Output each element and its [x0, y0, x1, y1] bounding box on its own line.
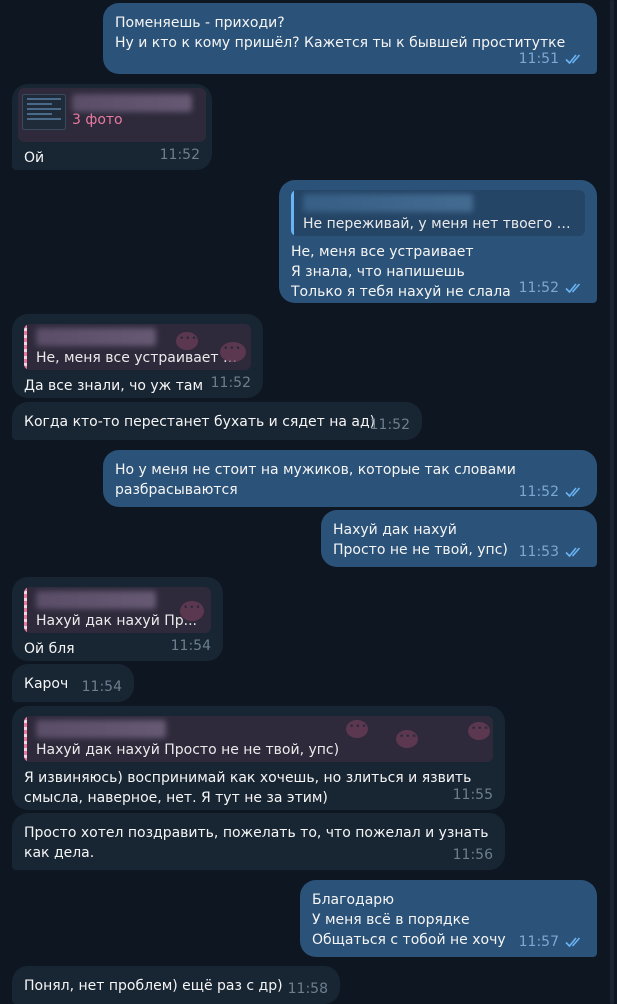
reply-preview[interactable]: 3 фото	[18, 88, 206, 142]
message-meta: 11:51	[519, 50, 585, 68]
chat-history: Поменяешь - приходи? Ну и кто к кому при…	[0, 0, 617, 1004]
message-meta: 11:58	[288, 980, 328, 998]
message-time: 11:52	[518, 280, 559, 296]
message-time: 11:54	[170, 638, 211, 654]
reply-preview[interactable]: Нахуй дак нахуй Пр...	[24, 587, 211, 633]
message-time: 11:53	[518, 544, 559, 560]
reply-sender-name	[36, 591, 156, 609]
reply-photo-label: 3 фото	[72, 112, 123, 128]
double-check-icon	[565, 546, 585, 558]
message-text: как дела.	[24, 845, 95, 861]
message-text: Просто хотел поздравить, пожелать то, чт…	[24, 825, 489, 841]
reply-sender-name	[36, 720, 166, 738]
photo-thumbnail	[22, 94, 66, 130]
message-meta: 11:52	[160, 146, 200, 164]
message-outgoing[interactable]: Благодарю У меня всё в порядке Общаться …	[300, 880, 597, 957]
message-outgoing[interactable]: Нахуй дак нахуй Просто не не твой, упс) …	[321, 510, 597, 567]
chat-bubble-pattern-icon	[176, 329, 198, 350]
message-text: Ну и кто к кому пришёл? Кажется ты к быв…	[115, 35, 566, 51]
message-text: разбрасываются	[115, 482, 238, 498]
message-time: 11:56	[452, 847, 493, 863]
message-time: 11:55	[452, 787, 493, 803]
double-check-icon	[565, 936, 585, 948]
message-incoming[interactable]: 3 фото Ой 11:52	[12, 84, 212, 170]
message-text: Благодарю	[312, 892, 394, 908]
message-meta: 11:55	[453, 786, 493, 804]
message-time: 11:51	[518, 51, 559, 67]
message-incoming[interactable]: Кароч 11:54	[12, 664, 134, 702]
reply-text: Не переживай, у меня нет твоего н...	[303, 216, 577, 232]
message-outgoing[interactable]: Не переживай, у меня нет твоего н... Не,…	[279, 180, 597, 303]
reply-text: Не, меня все устраивает Я...	[36, 350, 243, 366]
message-time: 11:57	[518, 934, 559, 950]
message-text: Когда кто-то перестанет бухать и сядет н…	[24, 414, 376, 430]
chat-bubble-pattern-icon	[220, 339, 246, 362]
message-meta: 11:52	[370, 416, 410, 434]
reply-bar	[291, 190, 294, 236]
message-incoming[interactable]: Нахуй дак нахуй Просто не не твой, упс) …	[12, 706, 505, 810]
message-incoming[interactable]: Когда кто-то перестанет бухать и сядет н…	[12, 402, 422, 440]
reply-preview[interactable]: Нахуй дак нахуй Просто не не твой, упс)	[24, 716, 493, 762]
chat-bubble-pattern-icon	[468, 719, 490, 740]
message-text: Нахуй дак нахуй	[333, 522, 457, 538]
message-incoming[interactable]: Нахуй дак нахуй Пр... Ой бля 11:54	[12, 577, 223, 661]
scrollbar[interactable]	[610, 0, 614, 1004]
message-meta: 11:53	[519, 543, 585, 561]
message-meta: 11:56	[453, 846, 493, 864]
message-text: Но у меня не стоит на мужиков, которые т…	[115, 462, 516, 478]
reply-sender-name	[36, 328, 156, 346]
message-text: У меня всё в порядке	[312, 912, 470, 928]
message-incoming[interactable]: Просто хотел поздравить, пожелать то, чт…	[12, 813, 505, 870]
reply-bar	[24, 716, 27, 762]
message-outgoing[interactable]: Поменяешь - приходи? Ну и кто к кому при…	[103, 3, 597, 74]
chat-bubble-pattern-icon	[180, 598, 204, 621]
double-check-icon	[565, 282, 585, 294]
message-time: 11:54	[81, 679, 122, 695]
reply-sender-name	[303, 194, 473, 212]
message-meta: 11:52	[519, 483, 585, 501]
reply-preview[interactable]: Не, меня все устраивает Я...	[24, 324, 251, 370]
chat-bubble-pattern-icon	[346, 717, 368, 738]
message-incoming[interactable]: Не, меня все устраивает Я... Да все знал…	[12, 314, 263, 398]
message-time: 11:52	[159, 147, 200, 163]
double-check-icon	[565, 486, 585, 498]
message-time: 11:52	[369, 417, 410, 433]
message-text: Не, меня все устраивает	[291, 244, 474, 260]
reply-bar	[24, 324, 27, 370]
double-check-icon	[565, 53, 585, 65]
message-text: Я извиняюсь) воспринимай как хочешь, но …	[24, 770, 472, 786]
chat-bubble-pattern-icon	[396, 727, 418, 748]
message-meta: 11:54	[171, 637, 211, 655]
message-outgoing[interactable]: Но у меня не стоит на мужиков, которые т…	[103, 450, 597, 507]
message-text: Понял, нет проблем) ещё раз с др)	[24, 978, 283, 994]
message-text: смысла, наверное, нет. Я тут не за этим)	[24, 790, 328, 806]
reply-preview[interactable]: Не переживай, у меня нет твоего н...	[291, 190, 585, 236]
message-text: Поменяешь - приходи?	[115, 15, 285, 31]
message-time: 11:52	[210, 375, 251, 391]
reply-text: Нахуй дак нахуй Пр...	[36, 613, 198, 629]
reply-bar	[24, 587, 27, 633]
message-meta: 11:52	[211, 374, 251, 392]
message-meta: 11:52	[519, 279, 585, 297]
message-meta: 11:57	[519, 933, 585, 951]
message-meta: 11:54	[82, 678, 122, 696]
reply-text: Нахуй дак нахуй Просто не не твой, упс)	[36, 742, 340, 758]
message-incoming[interactable]: Понял, нет проблем) ещё раз с др) 11:58	[12, 966, 340, 1004]
message-time: 11:58	[287, 981, 328, 997]
message-time: 11:52	[518, 484, 559, 500]
